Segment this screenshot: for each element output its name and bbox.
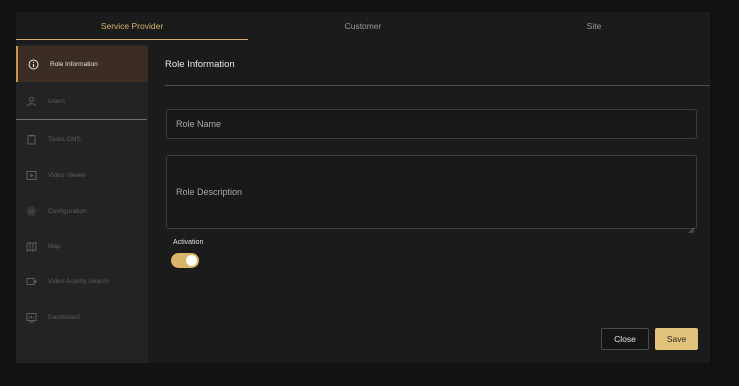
sidebar-item-configuration[interactable]: Configuration bbox=[16, 193, 148, 229]
activation-toggle[interactable] bbox=[171, 253, 199, 268]
map-icon bbox=[26, 241, 37, 252]
sidebar-item-map[interactable]: Map bbox=[16, 228, 148, 264]
close-button[interactable]: Close bbox=[601, 328, 649, 350]
sidebar-item-label: Dashboard bbox=[48, 313, 80, 321]
sidebar-item-dashboard[interactable]: Dashboard bbox=[16, 299, 148, 335]
info-icon bbox=[28, 59, 39, 70]
dashboard-icon bbox=[26, 312, 37, 323]
role-description-textarea[interactable]: Role Description bbox=[166, 155, 697, 234]
top-tabs: Service Provider Customer Site bbox=[16, 12, 710, 40]
tab-service-provider[interactable]: Service Provider bbox=[16, 12, 248, 40]
role-name-placeholder: Role Name bbox=[176, 119, 222, 129]
sidebar-item-label: Tasks CMS bbox=[48, 135, 81, 143]
tab-customer[interactable]: Customer bbox=[248, 12, 478, 40]
sidebar: Role Information Users Tasks CMS Video V… bbox=[16, 44, 148, 363]
page-title: Role Information bbox=[165, 59, 235, 70]
tab-site[interactable]: Site bbox=[478, 12, 710, 40]
sidebar-item-video-viewer[interactable]: Video Viewer bbox=[16, 157, 148, 193]
clipboard-icon bbox=[26, 134, 37, 145]
sidebar-item-role-information[interactable]: Role Information bbox=[16, 46, 148, 82]
play-icon bbox=[26, 170, 37, 181]
title-divider bbox=[165, 85, 710, 86]
video-icon bbox=[26, 276, 37, 287]
role-panel: Service Provider Customer Site Role Info… bbox=[16, 12, 710, 363]
toggle-knob bbox=[186, 255, 197, 266]
gear-icon bbox=[26, 206, 37, 217]
user-icon bbox=[26, 96, 37, 107]
sidebar-item-users[interactable]: Users bbox=[16, 83, 148, 119]
sidebar-item-label: Role Information bbox=[50, 60, 98, 68]
activation-label: Activation bbox=[173, 239, 204, 246]
sidebar-divider bbox=[16, 119, 147, 120]
sidebar-item-video-activity-search[interactable]: Video Activity Search bbox=[16, 263, 148, 299]
sidebar-item-label: Configuration bbox=[48, 207, 87, 215]
sidebar-item-tasks-cms[interactable]: Tasks CMS bbox=[16, 121, 148, 157]
resize-handle-icon[interactable] bbox=[688, 220, 695, 234]
role-description-placeholder: Role Description bbox=[176, 187, 243, 197]
sidebar-item-label: Video Activity Search bbox=[48, 277, 109, 285]
sidebar-item-label: Video Viewer bbox=[48, 171, 87, 179]
role-name-input[interactable]: Role Name bbox=[166, 109, 697, 139]
sidebar-item-label: Users bbox=[48, 97, 65, 105]
sidebar-item-label: Map bbox=[48, 242, 61, 250]
save-button[interactable]: Save bbox=[655, 328, 698, 350]
